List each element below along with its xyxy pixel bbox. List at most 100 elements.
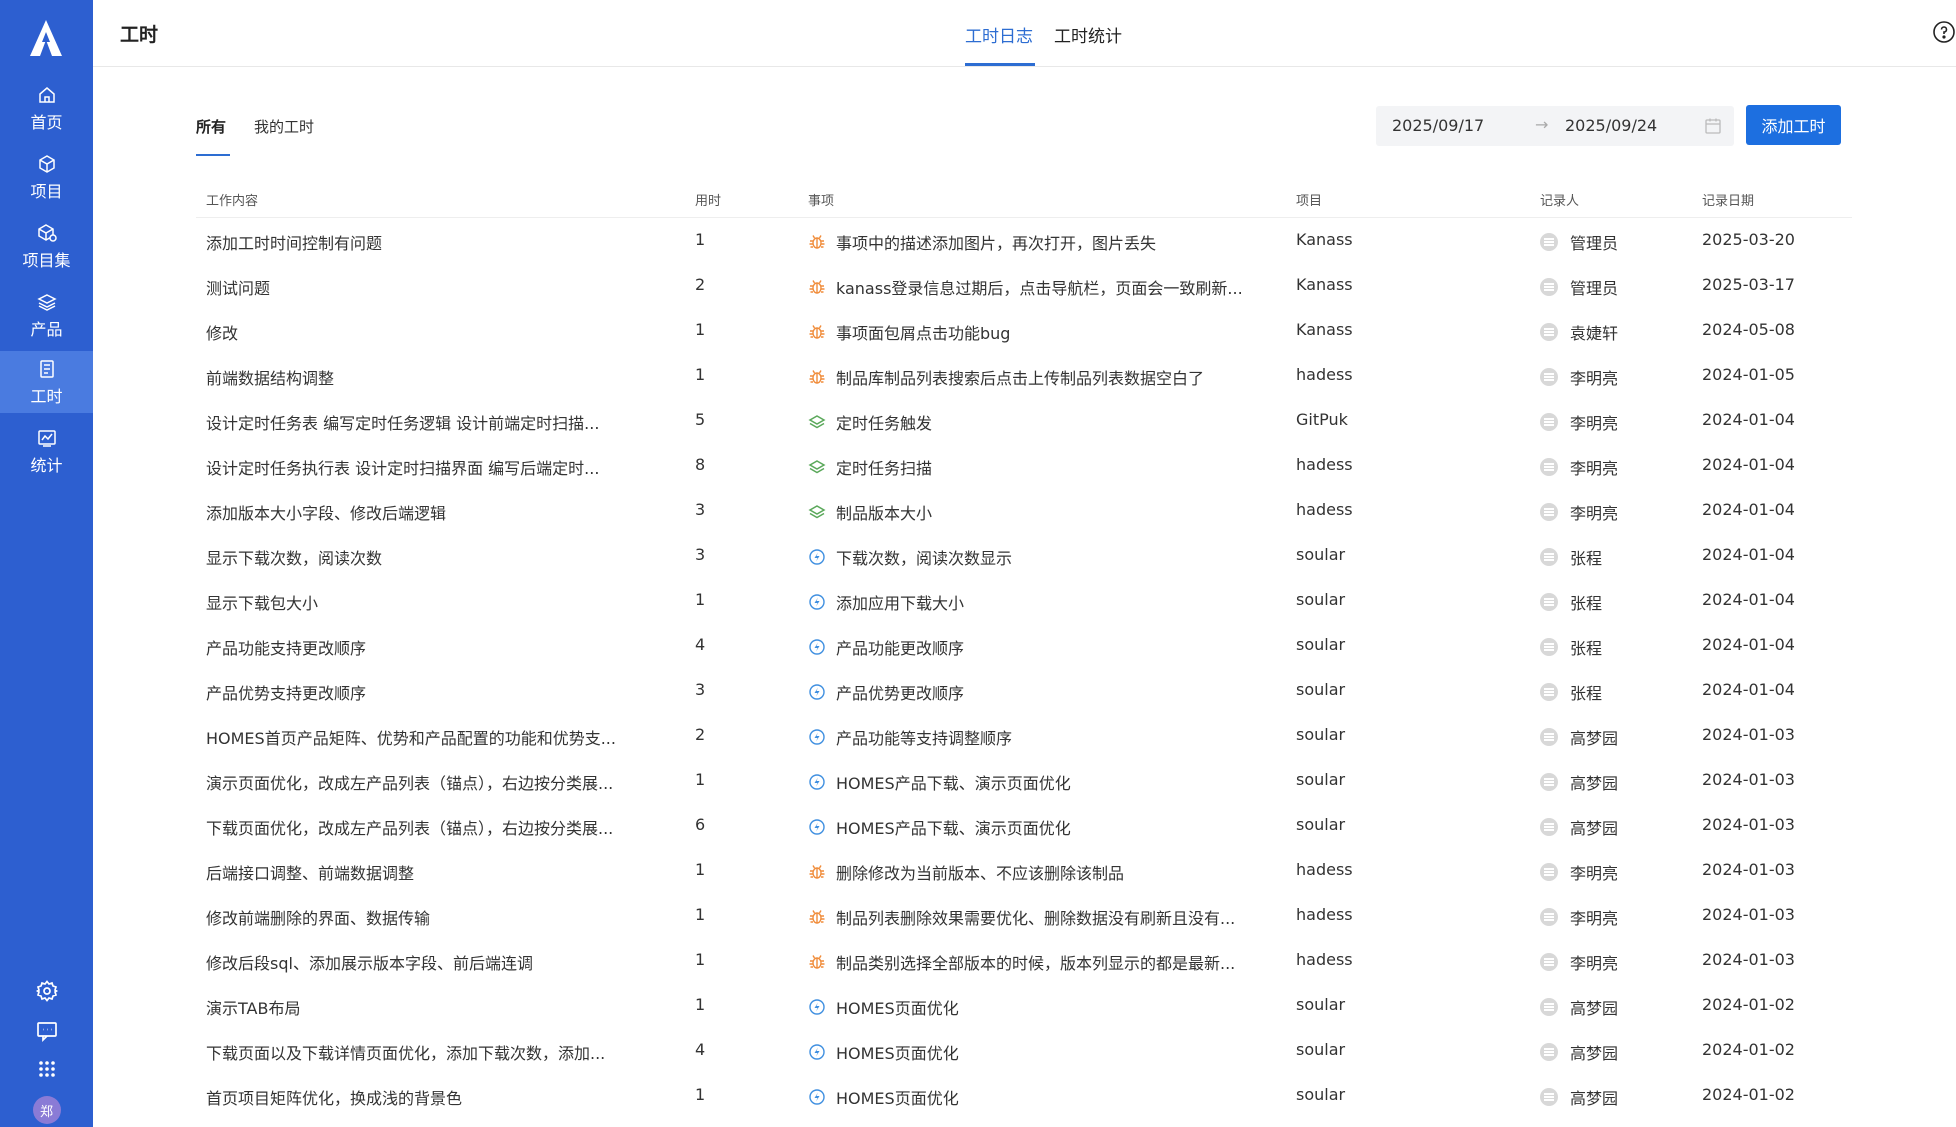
cell-item[interactable]: HOMES页面优化 xyxy=(808,1040,1268,1064)
cell-item[interactable]: 产品功能更改顺序 xyxy=(808,635,1268,659)
date-range-picker[interactable]: 2025/09/17 → 2025/09/24 xyxy=(1376,106,1734,146)
cell-hours: 1 xyxy=(695,995,706,1014)
apps-button[interactable] xyxy=(0,1057,93,1081)
calendar-icon[interactable] xyxy=(1704,117,1722,135)
table-row[interactable]: 测试问题 2 kanass登录信息过期后，点击导航栏，页面会一致刷新... Ka… xyxy=(196,263,1852,308)
sidebar-item-product[interactable]: 产品 xyxy=(0,284,93,346)
cell-project: hadess xyxy=(1296,365,1353,384)
table-row[interactable]: 演示TAB布局 1 HOMES页面优化 soular 高梦园 2024-01-0… xyxy=(196,983,1852,1028)
cell-item[interactable]: 产品优势更改顺序 xyxy=(808,680,1268,704)
recorder-avatar xyxy=(1540,773,1558,791)
message-button[interactable] xyxy=(0,1019,93,1043)
table-row[interactable]: 修改后段sql、添加展示版本字段、前后端连调 1 制品类别选择全部版本的时候，版… xyxy=(196,938,1852,983)
recorder-avatar xyxy=(1540,683,1558,701)
filter-tab-indicator xyxy=(196,154,230,156)
cell-project: GitPuk xyxy=(1296,410,1348,429)
apps-grid-icon xyxy=(38,1061,55,1077)
sidebar-item-stats[interactable]: 统计 xyxy=(0,420,93,482)
table-header: 工作内容 用时 事项 项目 记录人 记录日期 xyxy=(196,180,1852,218)
task-icon xyxy=(808,548,826,566)
cell-item[interactable]: 产品功能等支持调整顺序 xyxy=(808,725,1268,749)
table-row[interactable]: 下载页面优化，改成左产品列表（锚点），右边按分类展... 6 HOMES产品下载… xyxy=(196,803,1852,848)
sidebar-item-label: 产品 xyxy=(30,319,63,339)
cell-recorder: 李明亮 xyxy=(1540,905,1690,929)
cell-item[interactable]: 事项中的描述添加图片，再次打开，图片丢失 xyxy=(808,230,1268,254)
column-header-item: 事项 xyxy=(808,194,835,209)
cell-item[interactable]: 定时任务扫描 xyxy=(808,455,1268,479)
recorder-name: 李明亮 xyxy=(1570,369,1619,388)
cell-item[interactable]: 制品库制品列表搜索后点击上传制品列表数据空白了 xyxy=(808,365,1268,389)
table-row[interactable]: 添加工时时间控制有问题 1 事项中的描述添加图片，再次打开，图片丢失 Kanas… xyxy=(196,218,1852,263)
chart-icon xyxy=(36,427,58,449)
task-icon xyxy=(808,1043,826,1061)
tiklab-logo-icon[interactable] xyxy=(26,18,66,58)
help-circle-icon[interactable] xyxy=(1932,20,1956,44)
app-root: 首页 项目 项目集 产品 工时 统计 郑 工时 工时日志 工时统计 所有 我的工… xyxy=(0,0,1956,1127)
table-row[interactable]: HOMES首页产品矩阵、优势和产品配置的功能和优势支... 2 产品功能等支持调… xyxy=(196,713,1852,758)
table-row[interactable]: 下载页面以及下载详情页面优化，添加下载次数，添加... 4 HOMES页面优化 … xyxy=(196,1028,1852,1073)
table-row[interactable]: 首页项目矩阵优化，换成浅的背景色 1 HOMES页面优化 soular 高梦园 … xyxy=(196,1073,1852,1118)
cell-content: 修改前端删除的界面、数据传输 xyxy=(206,909,431,928)
cell-item[interactable]: HOMES页面优化 xyxy=(808,1085,1268,1109)
cell-date: 2024-01-03 xyxy=(1702,905,1795,924)
recorder-name: 高梦园 xyxy=(1570,729,1619,748)
item-title: HOMES产品下载、演示页面优化 xyxy=(836,774,1071,793)
cell-project: soular xyxy=(1296,635,1346,654)
cell-item[interactable]: 添加应用下载大小 xyxy=(808,590,1268,614)
recorder-name: 高梦园 xyxy=(1570,999,1619,1018)
sidebar: 首页 项目 项目集 产品 工时 统计 郑 xyxy=(0,0,93,1127)
table-row[interactable]: 前端数据结构调整 1 制品库制品列表搜索后点击上传制品列表数据空白了 hades… xyxy=(196,353,1852,398)
table-row[interactable]: 显示下载包大小 1 添加应用下载大小 soular 张程 2024-01-04 xyxy=(196,578,1852,623)
table-row[interactable]: 后端接口调整、前端数据调整 1 删除修改为当前版本、不应该删除该制品 hades… xyxy=(196,848,1852,893)
recorder-avatar xyxy=(1540,818,1558,836)
cell-date: 2024-01-03 xyxy=(1702,950,1795,969)
cell-project: soular xyxy=(1296,770,1346,789)
cell-item[interactable]: 制品类别选择全部版本的时候，版本列显示的都是最新... xyxy=(808,950,1268,974)
cell-item[interactable]: 事项面包屑点击功能bug xyxy=(808,320,1268,344)
table-row[interactable]: 修改前端删除的界面、数据传输 1 制品列表删除效果需要优化、删除数据没有刷新且没… xyxy=(196,893,1852,938)
filter-tab-all[interactable]: 所有 xyxy=(196,116,226,137)
cell-item[interactable]: HOMES产品下载、演示页面优化 xyxy=(808,770,1268,794)
cell-date: 2024-01-03 xyxy=(1702,860,1795,879)
date-end[interactable]: 2025/09/24 xyxy=(1565,116,1657,135)
table-row[interactable]: 产品优势支持更改顺序 3 产品优势更改顺序 soular 张程 2024-01-… xyxy=(196,668,1852,713)
cell-item[interactable]: HOMES页面优化 xyxy=(808,995,1268,1019)
table-row[interactable]: 演示页面优化，改成左产品列表（锚点），右边按分类展... 1 HOMES产品下载… xyxy=(196,758,1852,803)
sidebar-item-project-set[interactable]: 项目集 xyxy=(0,215,93,277)
table-row[interactable]: 设计定时任务执行表 设计定时扫描界面 编写后端定时... 8 定时任务扫描 ha… xyxy=(196,443,1852,488)
recorder-avatar xyxy=(1540,1043,1558,1061)
sidebar-item-worklog[interactable]: 工时 xyxy=(0,351,93,413)
item-title: 下载次数，阅读次数显示 xyxy=(836,549,1013,568)
cell-item[interactable]: HOMES产品下载、演示页面优化 xyxy=(808,815,1268,839)
sidebar-item-project[interactable]: 项目 xyxy=(0,146,93,208)
layers-icon xyxy=(36,291,58,313)
add-worklog-button[interactable]: 添加工时 xyxy=(1746,105,1841,145)
cell-recorder: 袁婕轩 xyxy=(1540,320,1690,344)
settings-button[interactable] xyxy=(0,979,93,1003)
cell-item[interactable]: kanass登录信息过期后，点击导航栏，页面会一致刷新... xyxy=(808,275,1268,299)
table-row[interactable]: 添加版本大小字段、修改后端逻辑 3 制品版本大小 hadess 李明亮 2024… xyxy=(196,488,1852,533)
date-start[interactable]: 2025/09/17 xyxy=(1392,116,1484,135)
cell-recorder: 高梦园 xyxy=(1540,815,1690,839)
table-row[interactable]: 修改 1 事项面包屑点击功能bug Kanass 袁婕轩 2024-05-08 xyxy=(196,308,1852,353)
table-row[interactable]: 显示下载次数，阅读次数 3 下载次数，阅读次数显示 soular 张程 2024… xyxy=(196,533,1852,578)
cell-item[interactable]: 定时任务触发 xyxy=(808,410,1268,434)
cell-project: soular xyxy=(1296,995,1346,1014)
sidebar-item-home[interactable]: 首页 xyxy=(0,77,93,139)
table-row[interactable]: 产品功能支持更改顺序 4 产品功能更改顺序 soular 张程 2024-01-… xyxy=(196,623,1852,668)
tab-worklog[interactable]: 工时日志 xyxy=(965,22,1033,47)
recorder-avatar xyxy=(1540,863,1558,881)
cell-item[interactable]: 下载次数，阅读次数显示 xyxy=(808,545,1268,569)
tab-work-stats[interactable]: 工时统计 xyxy=(1054,22,1122,47)
recorder-name: 李明亮 xyxy=(1570,459,1619,478)
cell-recorder: 张程 xyxy=(1540,680,1690,704)
cell-item[interactable]: 制品版本大小 xyxy=(808,500,1268,524)
cell-content: 测试问题 xyxy=(206,279,271,298)
user-avatar-button[interactable]: 郑 xyxy=(0,1096,93,1124)
task-icon xyxy=(808,773,826,791)
cell-item[interactable]: 制品列表删除效果需要优化、删除数据没有刷新且没有... xyxy=(808,905,1268,929)
requirement-icon xyxy=(808,413,826,431)
cell-item[interactable]: 删除修改为当前版本、不应该删除该制品 xyxy=(808,860,1268,884)
table-row[interactable]: 设计定时任务表 编写定时任务逻辑 设计前端定时扫描... 5 定时任务触发 Gi… xyxy=(196,398,1852,443)
filter-tab-mine[interactable]: 我的工时 xyxy=(254,116,314,137)
